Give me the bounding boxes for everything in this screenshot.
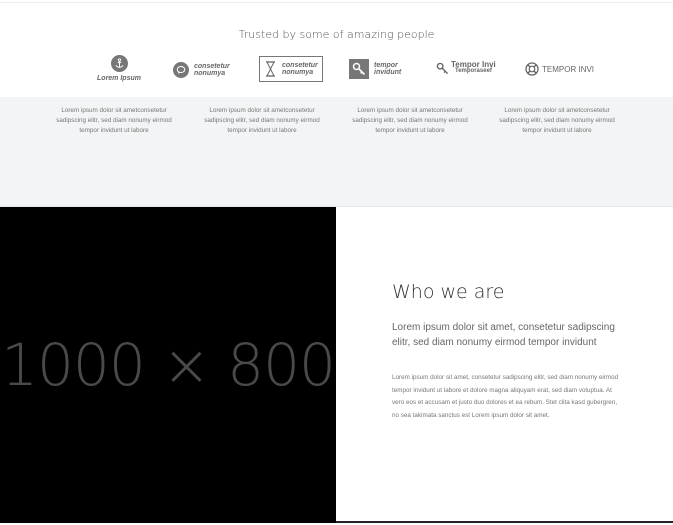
client-logo-2-line2: nonumya <box>194 70 226 77</box>
testimonial-text: Lorem ipsum dolor sit ametconsetetur sad… <box>56 107 172 134</box>
top-divider <box>0 2 673 3</box>
client-logo-5-line2: Temporaseef <box>455 68 492 74</box>
testimonials-band: Lorem ipsum dolor sit ametconsetetur sad… <box>0 97 673 207</box>
client-logo-3[interactable]: consetetur nonumya <box>259 56 323 82</box>
key-icon <box>352 62 366 76</box>
hourglass-icon <box>266 61 275 77</box>
client-logo-4-line1: tempor <box>374 62 398 69</box>
chat-bubble-icon <box>176 66 186 75</box>
section-title: Who we are <box>392 281 505 303</box>
client-logo-2[interactable]: consetetur nonumya <box>173 62 230 78</box>
client-logo-6-text: TEMPOR INVI <box>542 64 595 74</box>
key-outline-icon <box>436 62 449 74</box>
section-lead: Lorem ipsum dolor sit amet, consetetur s… <box>392 322 615 348</box>
client-logos: Lorem Ipsum consetetur nonumya consetetu… <box>0 55 673 87</box>
testimonial-text: Lorem ipsum dolor sit ametconsetetur sad… <box>352 107 468 134</box>
section-body: Lorem ipsum dolor sit amet, consetetur s… <box>392 374 619 419</box>
client-logo-4-line2: invidunt <box>374 69 402 76</box>
client-logo-3-line2: nonumya <box>282 69 314 76</box>
client-logo-1-text: Lorem Ipsum <box>97 75 141 82</box>
anchor-icon <box>114 58 124 68</box>
trusted-heading: Trusted by some of amazing people <box>238 28 435 41</box>
life-ring-icon <box>525 62 539 76</box>
client-logo-1[interactable]: Lorem Ipsum <box>95 55 143 82</box>
client-logo-5-line1: Tempor Invi <box>451 60 496 69</box>
image-placeholder-label: 1000 × 800 <box>1 331 336 399</box>
client-logo-6[interactable]: TEMPOR INVI <box>525 62 594 76</box>
testimonial-text: Lorem ipsum dolor sit ametconsetetur sad… <box>204 107 320 134</box>
client-logo-3-line1: consetetur <box>282 62 318 69</box>
client-logo-2-line1: consetetur <box>194 63 230 70</box>
testimonial-text: Lorem ipsum dolor sit ametconsetetur sad… <box>499 107 615 134</box>
image-placeholder: 1000 × 800 <box>0 207 336 523</box>
client-logo-5[interactable]: Tempor Invi Temporaseef <box>436 61 496 75</box>
bottom-divider <box>336 521 673 523</box>
client-logo-4[interactable]: tempor invidunt <box>349 59 401 79</box>
